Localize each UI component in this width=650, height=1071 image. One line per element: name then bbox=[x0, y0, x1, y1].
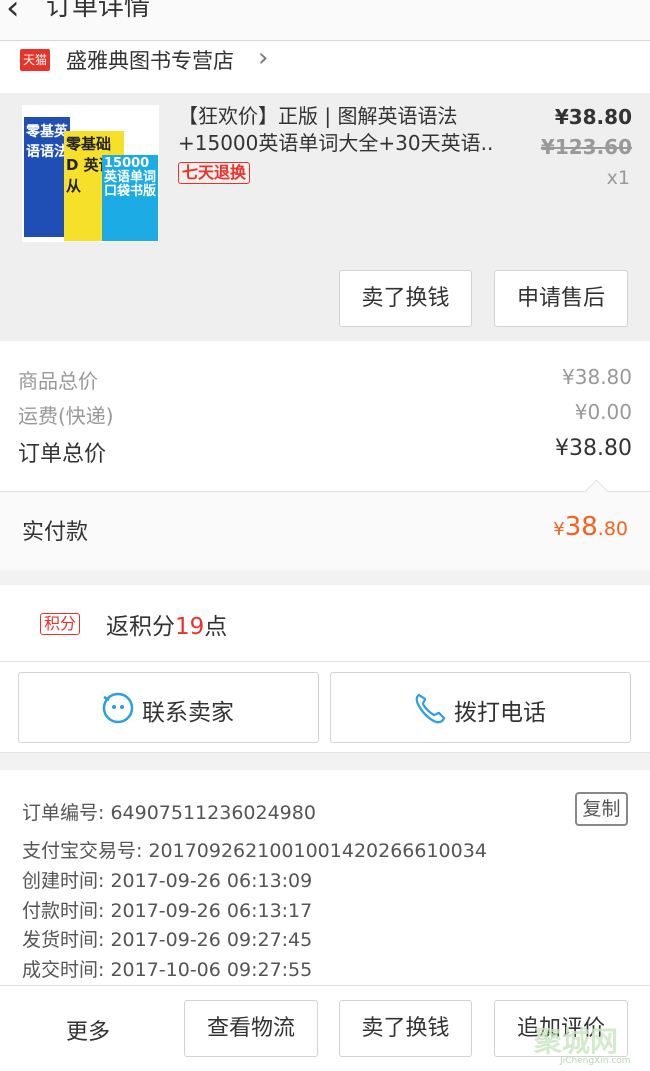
created-time: 创建时间: 2017-09-26 06:13:09 bbox=[22, 870, 313, 892]
more-options-icon[interactable]: ··· bbox=[589, 0, 620, 8]
contact-seller-button[interactable]: 联系卖家 bbox=[18, 672, 319, 743]
points-text: 返积分19点 bbox=[106, 607, 227, 641]
copy-button[interactable]: 复制 bbox=[575, 792, 628, 826]
back-arrow-icon[interactable]: ‹ bbox=[6, 0, 20, 28]
title-bar: ‹ 订单详情 ··· bbox=[0, 0, 650, 41]
price-summary: 商品总价 ¥38.80 运费(快递) ¥0.00 订单总价 ¥38.80 bbox=[0, 341, 650, 491]
completed-time: 成交时间: 2017-10-06 09:27:55 bbox=[22, 959, 313, 981]
shop-row[interactable]: 天猫 盛雅典图书专营店 › bbox=[0, 41, 650, 93]
call-phone-label: 拨打电话 bbox=[454, 700, 546, 726]
currency-symbol: ¥ bbox=[553, 519, 565, 540]
points-number: 19 bbox=[175, 614, 205, 640]
call-phone-button[interactable]: 拨打电话 bbox=[330, 672, 631, 743]
watermark-url: JiChengXin.com bbox=[560, 1056, 631, 1066]
goods-total-label: 商品总价 bbox=[18, 369, 98, 393]
order-total-label: 订单总价 bbox=[18, 442, 107, 467]
shipped-time: 发货时间: 2017-09-26 09:27:45 bbox=[22, 929, 313, 951]
contact-seller-label: 联系卖家 bbox=[142, 700, 234, 726]
product-title[interactable]: 【狂欢价】正版 | 图解英语语法+15000英语单词大全+30天英语.. bbox=[178, 103, 498, 157]
points-row: 积分 返积分19点 bbox=[0, 585, 650, 662]
sell-for-cash-bottom-button[interactable]: 卖了换钱 bbox=[339, 1000, 472, 1057]
tmall-logo-icon: 天猫 bbox=[20, 49, 50, 71]
product-price: ¥38.80 bbox=[554, 105, 632, 129]
page-title: 订单详情 bbox=[46, 0, 151, 22]
goods-total-value: ¥38.80 bbox=[562, 365, 632, 389]
book-cover-3: 15000 英语单词 口袋书版 bbox=[102, 155, 158, 241]
shop-name[interactable]: 盛雅典图书专营店 bbox=[66, 45, 234, 75]
points-suffix: 点 bbox=[204, 614, 228, 640]
original-price: ¥123.60 bbox=[540, 135, 632, 159]
seven-day-return-badge: 七天退换 bbox=[178, 162, 251, 184]
product-image[interactable]: 零基英语语法 零基础 D 英语从 15000 英语单词 口袋书版 bbox=[22, 105, 159, 242]
order-total-value: ¥38.80 bbox=[555, 436, 632, 461]
contact-row: 联系卖家 拨打电话 bbox=[0, 662, 650, 753]
shipping-label: 运费(快递) bbox=[18, 404, 114, 428]
shipping-value: ¥0.00 bbox=[574, 400, 632, 424]
paid-decimal: .80 bbox=[597, 518, 628, 540]
points-badge: 积分 bbox=[40, 613, 81, 635]
after-sales-button[interactable]: 申请售后 bbox=[494, 270, 628, 327]
points-prefix: 返积分 bbox=[106, 614, 175, 640]
sell-for-cash-button[interactable]: 卖了换钱 bbox=[339, 270, 472, 327]
order-number: 订单编号: 64907511236024980 bbox=[22, 802, 316, 824]
product-quantity: x1 bbox=[606, 167, 630, 189]
paid-integer: 38 bbox=[564, 512, 598, 542]
more-button[interactable]: 更多 bbox=[66, 1014, 110, 1046]
paid-time: 付款时间: 2017-09-26 06:13:17 bbox=[22, 900, 313, 922]
order-info: 订单编号: 64907511236024980 支付宝交易号: 20170926… bbox=[0, 770, 650, 985]
phone-icon bbox=[415, 693, 446, 724]
watermark-logo: 聚城网 bbox=[534, 1025, 619, 1058]
paid-label: 实付款 bbox=[22, 520, 89, 545]
alipay-trade-number: 支付宝交易号: 2017092621001001420266610034 bbox=[22, 840, 487, 862]
view-logistics-button[interactable]: 查看物流 bbox=[184, 1000, 318, 1057]
chevron-right-icon: › bbox=[258, 43, 269, 73]
paid-amount: ¥38.80 bbox=[553, 512, 628, 542]
product-item[interactable]: 零基英语语法 零基础 D 英语从 15000 英语单词 口袋书版 【狂欢价】正版… bbox=[0, 93, 650, 341]
chat-bubble-icon bbox=[102, 692, 134, 724]
actual-payment-row: 实付款 ¥38.80 bbox=[0, 479, 650, 570]
